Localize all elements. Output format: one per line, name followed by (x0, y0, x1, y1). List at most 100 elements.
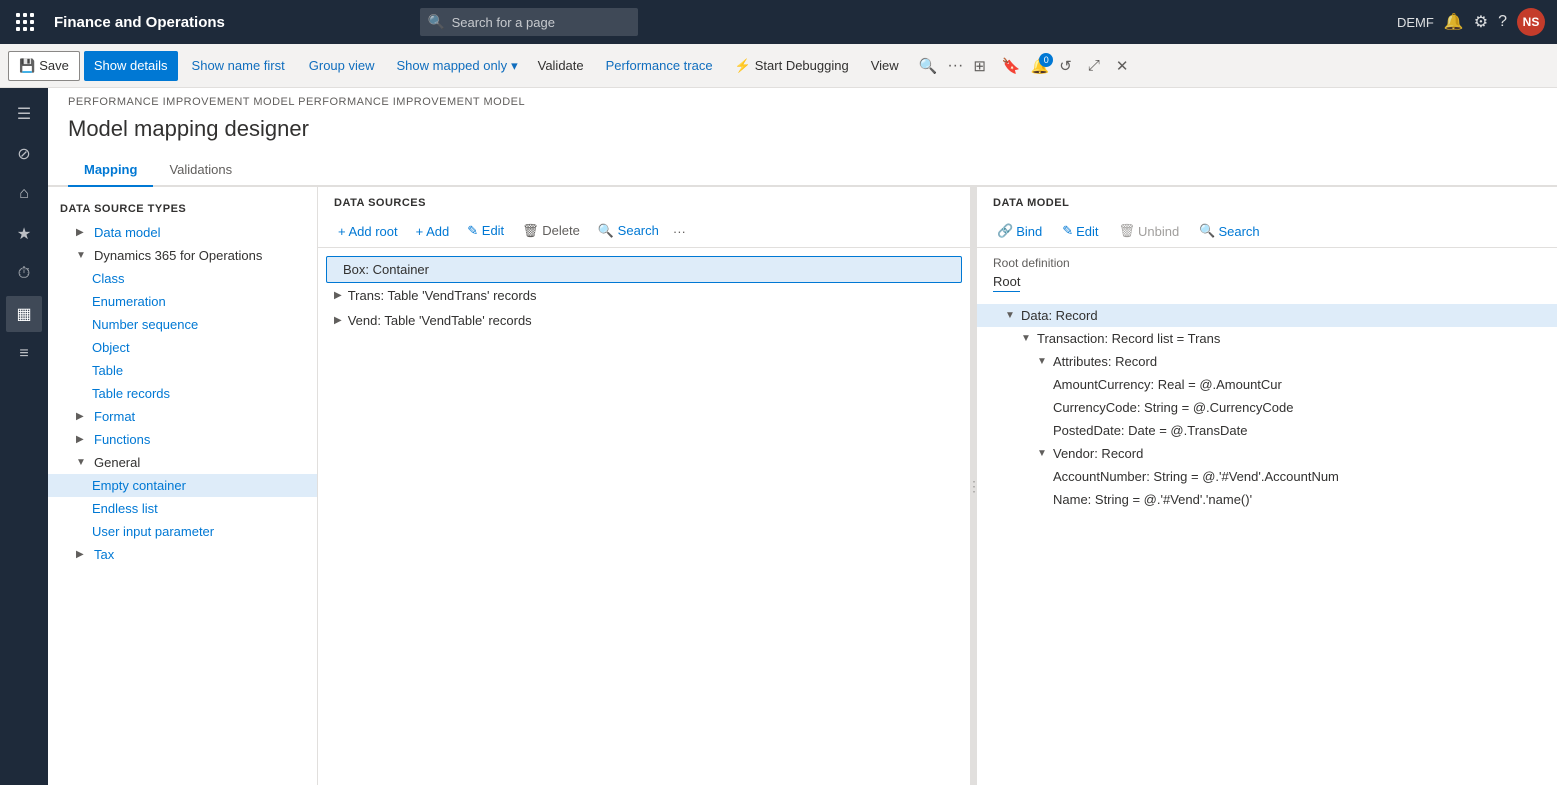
content-area: DATA SOURCE TYPES ▶ Data model ▼ Dynamic… (48, 187, 1557, 785)
dst-format[interactable]: ▶ Format (48, 405, 317, 428)
bind-icon: 🔗 (997, 223, 1013, 239)
bind-button[interactable]: 🔗 Bind (989, 219, 1050, 243)
sidebar-home-icon[interactable]: ⌂ (6, 176, 42, 212)
ds-item-trans[interactable]: ▶ Trans: Table 'VendTrans' records (318, 283, 970, 308)
dst-table-records[interactable]: Table records (48, 382, 317, 405)
validate-button[interactable]: Validate (530, 54, 592, 77)
dm-transaction[interactable]: ▼ Transaction: Record list = Trans (977, 327, 1557, 350)
dst-class[interactable]: Class (48, 267, 317, 290)
dm-transaction-label: Transaction: Record list = Trans (1037, 331, 1220, 346)
tab-validations[interactable]: Validations (153, 154, 248, 187)
dm-data-record[interactable]: ▼ Data: Record (977, 304, 1557, 327)
environment-label: DEMF (1397, 15, 1434, 30)
dst-object[interactable]: Object (48, 336, 317, 359)
view-button[interactable]: View (861, 51, 909, 81)
unbind-icon: 🗑 (1119, 223, 1136, 239)
edit-ds-button[interactable]: ✎ Edit (459, 219, 512, 243)
sidebar-calendar-icon[interactable]: ▦ (6, 296, 42, 332)
dst-format-arrow: ▶ (76, 411, 88, 422)
data-model-tree: ▼ Data: Record ▼ Transaction: Record lis… (977, 300, 1557, 785)
unbind-button[interactable]: 🗑 Unbind (1111, 219, 1188, 243)
dm-posted-date-label: PostedDate: Date = @.TransDate (1053, 423, 1247, 438)
dst-class-label: Class (92, 271, 125, 286)
apps-icon[interactable] (12, 9, 38, 35)
ds-item-vend[interactable]: ▶ Vend: Table 'VendTable' records (318, 308, 970, 333)
tab-mapping[interactable]: Mapping (68, 154, 153, 187)
dst-tax[interactable]: ▶ Tax (48, 543, 317, 566)
ds-item-vend-label: Vend: Table 'VendTable' records (348, 313, 532, 328)
add-button[interactable]: + Add (408, 220, 458, 243)
data-model-panel: DATA MODEL 🔗 Bind ✎ Edit 🗑 Unbind (977, 187, 1557, 785)
dst-endless-list[interactable]: Endless list (48, 497, 317, 520)
more-ds-icon[interactable]: ··· (669, 220, 690, 243)
dm-amount-currency[interactable]: AmountCurrency: Real = @.AmountCur (977, 373, 1557, 396)
dst-functions[interactable]: ▶ Functions (48, 428, 317, 451)
dst-empty-container[interactable]: Empty container (48, 474, 317, 497)
root-def-label: Root definition (993, 256, 1541, 270)
dst-user-input[interactable]: User input parameter (48, 520, 317, 543)
sidebar-list-icon[interactable]: ≡ (6, 336, 42, 372)
dm-currency-code[interactable]: CurrencyCode: String = @.CurrencyCode (977, 396, 1557, 419)
sidebar-star-icon[interactable]: ★ (6, 216, 42, 252)
dm-vendor-arrow: ▼ (1037, 448, 1049, 459)
expand-icon[interactable]: ⤢ (1082, 53, 1106, 78)
debug-icon: ⚡ (735, 58, 751, 74)
more-icon[interactable]: ··· (947, 57, 963, 75)
show-details-label: Show details (94, 58, 168, 73)
dst-d365[interactable]: ▼ Dynamics 365 for Operations (48, 244, 317, 267)
ds-item-box[interactable]: Box: Container (326, 256, 962, 283)
help-icon[interactable]: ? (1498, 13, 1507, 31)
ds-item-trans-label: Trans: Table 'VendTrans' records (348, 288, 537, 303)
performance-trace-button[interactable]: Performance trace (596, 51, 723, 81)
start-debugging-button[interactable]: ⚡ Start Debugging (727, 54, 857, 78)
edit-dm-button[interactable]: ✎ Edit (1054, 219, 1106, 243)
save-button[interactable]: 💾 Save (8, 51, 80, 81)
search-ds-button[interactable]: 🔍 Search (590, 219, 667, 243)
dm-attributes-label: Attributes: Record (1053, 354, 1157, 369)
dm-vendor[interactable]: ▼ Vendor: Record (977, 442, 1557, 465)
dst-endless-list-label: Endless list (92, 501, 158, 516)
refresh-icon[interactable]: ↺ (1053, 53, 1078, 79)
dst-general-label: General (94, 455, 140, 470)
dm-data-record-arrow: ▼ (1005, 310, 1017, 321)
start-debugging-label: Start Debugging (755, 58, 849, 73)
sidebar-recent-icon[interactable]: ⏱ (6, 256, 42, 292)
delete-button[interactable]: 🗑 Delete (514, 219, 588, 243)
search-toolbar-icon[interactable]: 🔍 (913, 53, 944, 79)
show-mapped-only-button[interactable]: Show mapped only ▾ (389, 54, 526, 78)
sidebar-filter-icon[interactable]: ⊘ (6, 136, 42, 172)
dm-posted-date[interactable]: PostedDate: Date = @.TransDate (977, 419, 1557, 442)
sidebar-hamburger-icon[interactable]: ☰ (6, 96, 42, 132)
bell-icon[interactable]: 🔔 (1444, 12, 1464, 32)
badge-icon: 🔔 0 (1031, 57, 1050, 75)
dm-account-number-label: AccountNumber: String = @.'#Vend'.Accoun… (1053, 469, 1339, 484)
layout-icon[interactable]: ⊞ (967, 53, 992, 79)
show-details-button[interactable]: Show details (84, 51, 178, 81)
view-label: View (871, 58, 899, 73)
dst-number-sequence[interactable]: Number sequence (48, 313, 317, 336)
show-name-first-button[interactable]: Show name first (182, 51, 295, 81)
dst-general[interactable]: ▼ General (48, 451, 317, 474)
edit-dm-icon: ✎ (1062, 223, 1073, 239)
save-icon: 💾 (19, 58, 35, 74)
search-dm-button[interactable]: 🔍 Search (1191, 219, 1267, 243)
bookmark-icon[interactable]: 🔖 (996, 53, 1027, 79)
dm-attributes[interactable]: ▼ Attributes: Record (977, 350, 1557, 373)
dm-data-record-label: Data: Record (1021, 308, 1098, 323)
top-search-input[interactable] (420, 8, 638, 36)
dst-table[interactable]: Table (48, 359, 317, 382)
close-icon[interactable]: ✕ (1110, 53, 1135, 79)
group-view-label: Group view (309, 58, 375, 73)
dst-data-model[interactable]: ▶ Data model (48, 221, 317, 244)
app-title: Finance and Operations (54, 14, 225, 31)
top-bar: Finance and Operations 🔍 DEMF 🔔 ⚙ ? NS (0, 0, 1557, 44)
dst-enumeration[interactable]: Enumeration (48, 290, 317, 313)
dm-name[interactable]: Name: String = @.'#Vend'.'name()' (977, 488, 1557, 511)
dm-amount-currency-label: AmountCurrency: Real = @.AmountCur (1053, 377, 1282, 392)
group-view-button[interactable]: Group view (299, 51, 385, 81)
dst-data-model-label: Data model (94, 225, 160, 240)
add-root-button[interactable]: + Add root (330, 220, 406, 243)
dm-account-number[interactable]: AccountNumber: String = @.'#Vend'.Accoun… (977, 465, 1557, 488)
settings-icon[interactable]: ⚙ (1474, 12, 1488, 32)
user-avatar[interactable]: NS (1517, 8, 1545, 36)
